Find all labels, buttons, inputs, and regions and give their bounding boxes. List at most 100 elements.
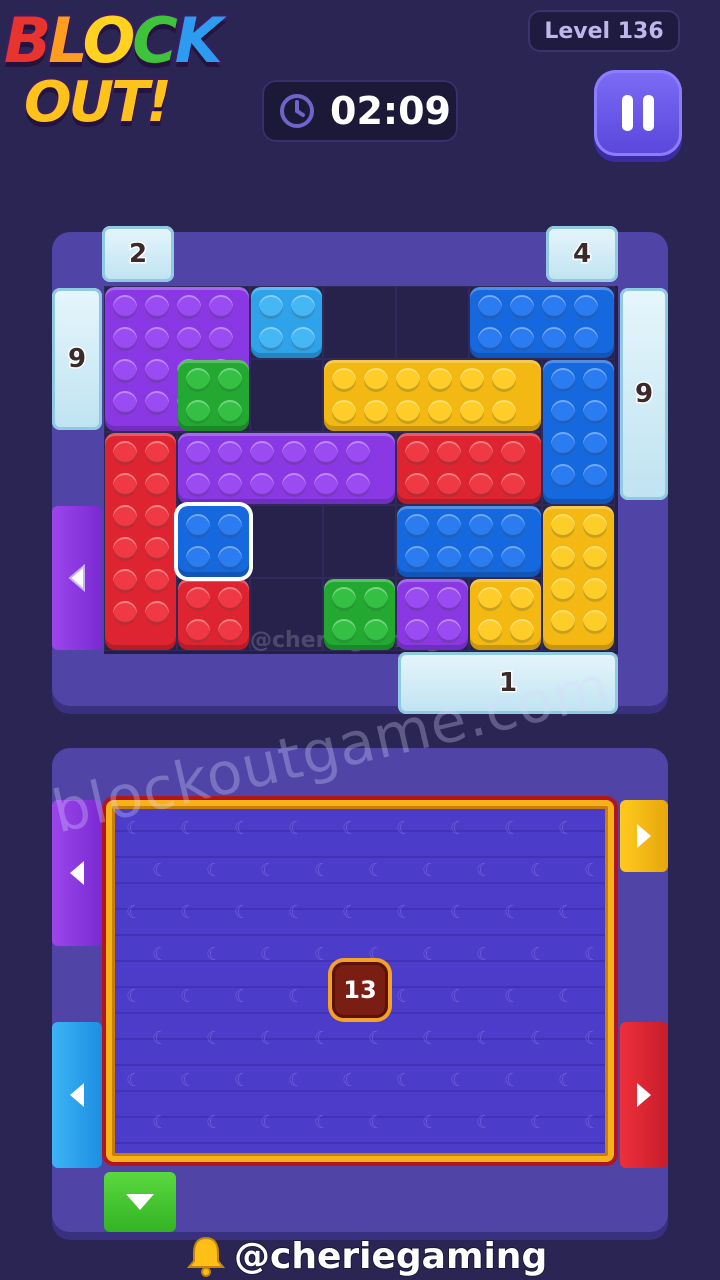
block-stud — [428, 368, 452, 392]
moon-pattern-icon: ☾ — [504, 902, 521, 923]
blue-block-piece[interactable] — [543, 360, 614, 504]
block-stud — [364, 400, 388, 424]
block-stud — [542, 295, 566, 319]
purple-block-piece[interactable] — [178, 433, 395, 504]
moon-pattern-icon: ☾ — [558, 986, 575, 1007]
arrow-right-icon — [637, 824, 651, 848]
block-stud — [405, 473, 429, 497]
red-block-piece[interactable] — [105, 433, 176, 650]
moon-pattern-icon: ☾ — [234, 818, 251, 839]
moon-pattern-icon: ☾ — [476, 1028, 493, 1049]
moon-pattern-icon: ☾ — [450, 902, 467, 923]
ice-block-top-right: 4 — [546, 226, 618, 282]
ice-count: 4 — [571, 238, 592, 271]
moon-pattern-icon: ☾ — [504, 818, 521, 839]
block-stud — [113, 391, 137, 415]
block-stud — [437, 587, 461, 611]
board-cell — [323, 286, 396, 359]
pause-button[interactable] — [594, 70, 682, 156]
block-stud — [501, 546, 525, 570]
block-stud — [551, 432, 575, 456]
moon-pattern-icon: ☾ — [314, 944, 331, 965]
block-stud — [291, 327, 315, 351]
block-stud — [177, 327, 201, 351]
exit-door-green[interactable] — [104, 1172, 176, 1232]
block-stud — [469, 473, 493, 497]
green-block-piece[interactable] — [324, 579, 395, 650]
exit-door-blue[interactable] — [52, 1022, 102, 1168]
block-stud — [332, 368, 356, 392]
yellow-block-piece[interactable] — [470, 579, 541, 650]
logo-line-2: OUT! — [22, 68, 174, 137]
blue-block-piece[interactable] — [397, 506, 541, 577]
block-stud — [145, 505, 169, 529]
light-blue-block-piece[interactable] — [251, 287, 322, 358]
block-stud — [186, 441, 210, 465]
moon-pattern-icon: ☾ — [450, 818, 467, 839]
moon-pattern-icon: ☾ — [558, 902, 575, 923]
moon-pattern-icon: ☾ — [504, 986, 521, 1007]
block-stud — [437, 619, 461, 643]
moon-pattern-icon: ☾ — [530, 1112, 547, 1133]
block-stud — [551, 578, 575, 602]
block-stud — [145, 391, 169, 415]
yellow-block-piece[interactable] — [324, 360, 541, 431]
block-stud — [478, 327, 502, 351]
moon-pattern-icon: ☾ — [530, 860, 547, 881]
block-stud — [145, 601, 169, 625]
block-stud — [145, 295, 169, 319]
block-stud — [177, 295, 201, 319]
block-stud — [501, 441, 525, 465]
moon-pattern-icon: ☾ — [368, 1112, 385, 1133]
exit-door-purple-left[interactable] — [52, 506, 102, 650]
block-stud — [145, 441, 169, 465]
moon-pattern-icon: ☾ — [476, 944, 493, 965]
block-stud — [551, 514, 575, 538]
moon-pattern-icon: ☾ — [288, 902, 305, 923]
blue-block-piece-selected[interactable] — [178, 506, 249, 577]
block-stud — [478, 619, 502, 643]
block-stud — [501, 473, 525, 497]
moon-pattern-icon: ☾ — [152, 944, 169, 965]
block-stud — [510, 619, 534, 643]
moon-pattern-icon: ☾ — [260, 944, 277, 965]
moon-pattern-icon: ☾ — [288, 986, 305, 1007]
block-stud — [282, 441, 306, 465]
block-stud — [583, 464, 607, 488]
block-stud — [113, 441, 137, 465]
block-stud — [314, 473, 338, 497]
block-stud — [551, 546, 575, 570]
block-stud — [405, 441, 429, 465]
red-block-piece[interactable] — [397, 433, 541, 504]
block-stud — [364, 619, 388, 643]
blue-block-piece[interactable] — [470, 287, 614, 358]
green-block-piece[interactable] — [178, 360, 249, 431]
block-stud — [346, 441, 370, 465]
ice-block-top-left: 2 — [102, 226, 174, 282]
moon-pattern-icon: ☾ — [476, 1112, 493, 1133]
block-stud — [145, 569, 169, 593]
moon-pattern-icon: ☾ — [396, 986, 413, 1007]
moon-pattern-icon: ☾ — [152, 860, 169, 881]
block-stud — [209, 295, 233, 319]
block-stud — [542, 327, 566, 351]
block-stud — [218, 400, 242, 424]
block-stud — [469, 514, 493, 538]
moon-pattern-icon: ☾ — [368, 1028, 385, 1049]
red-block-piece[interactable] — [178, 579, 249, 650]
block-stud — [460, 368, 484, 392]
purple-block-piece[interactable] — [397, 579, 468, 650]
block-stud — [583, 578, 607, 602]
moon-pattern-icon: ☾ — [530, 944, 547, 965]
exit-door-yellow[interactable] — [620, 800, 668, 872]
exit-door-red[interactable] — [620, 1022, 668, 1168]
moon-pattern-icon: ☾ — [584, 1028, 601, 1049]
yellow-block-piece[interactable] — [543, 506, 614, 650]
block-stud — [583, 368, 607, 392]
block-stud — [186, 473, 210, 497]
moon-pattern-icon: ☾ — [260, 1028, 277, 1049]
arrow-right-icon — [637, 1083, 651, 1107]
ice-block-right: 9 — [620, 288, 668, 500]
moon-pattern-icon: ☾ — [314, 1112, 331, 1133]
block-stud — [364, 587, 388, 611]
